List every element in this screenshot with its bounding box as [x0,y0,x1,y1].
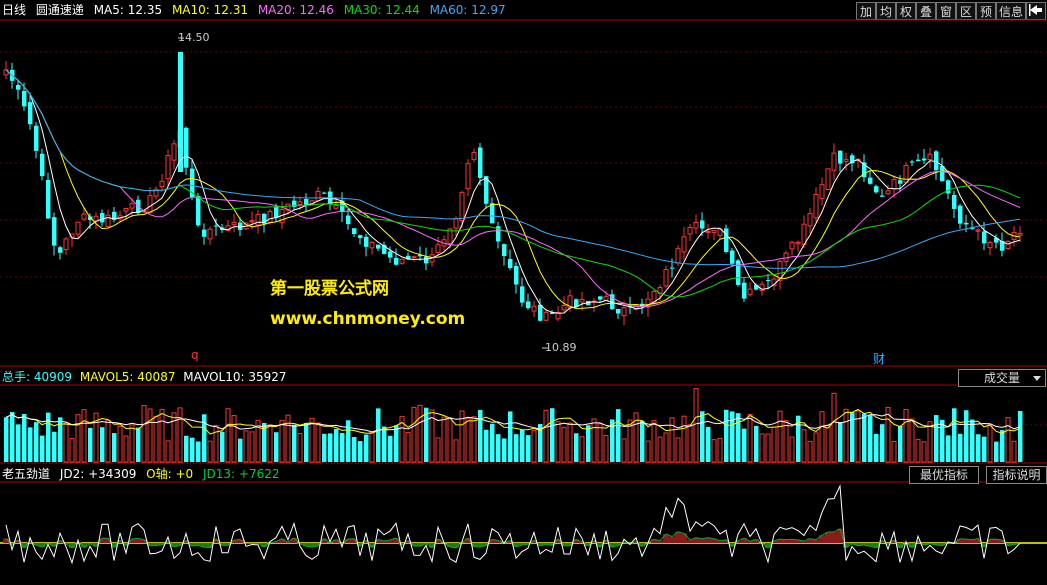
jd13-label: JD13: +7622 [203,467,280,481]
dropdown-triangle-icon [1033,376,1041,381]
volume-header: 总手: 40909 MAVOL5: 40087 MAVOL10: 35927 [2,367,293,387]
volume-total: 总手: 40909 [2,370,73,384]
best-indicator-button[interactable]: 最优指标 [909,466,979,484]
indicator-name[interactable]: 老五劲道 [2,467,50,481]
watermark-title: 第一股票公式网 [270,279,389,299]
event-marker-finance[interactable]: 财 [873,350,885,367]
kline-chart[interactable] [0,0,1047,585]
mavol5-label: MAVOL5: 40087 [79,370,176,384]
volume-indicator-dropdown[interactable]: 成交量 [958,369,1046,387]
watermark-url: www.chnmoney.com [270,309,466,329]
low-price-label: 10.89 [545,341,577,354]
jd2-label: JD2: +34309 [59,467,137,481]
oaxis-label: O轴: +0 [146,467,194,481]
event-marker-q[interactable]: q [191,348,199,362]
indicator-header: 老五劲道 JD2: +34309 O轴: +0 JD13: +7622 [2,464,286,484]
indicator-help-button[interactable]: 指标说明 [986,466,1047,484]
mavol10-label: MAVOL10: 35927 [183,370,287,384]
high-price-label: 14.50 [178,31,210,44]
